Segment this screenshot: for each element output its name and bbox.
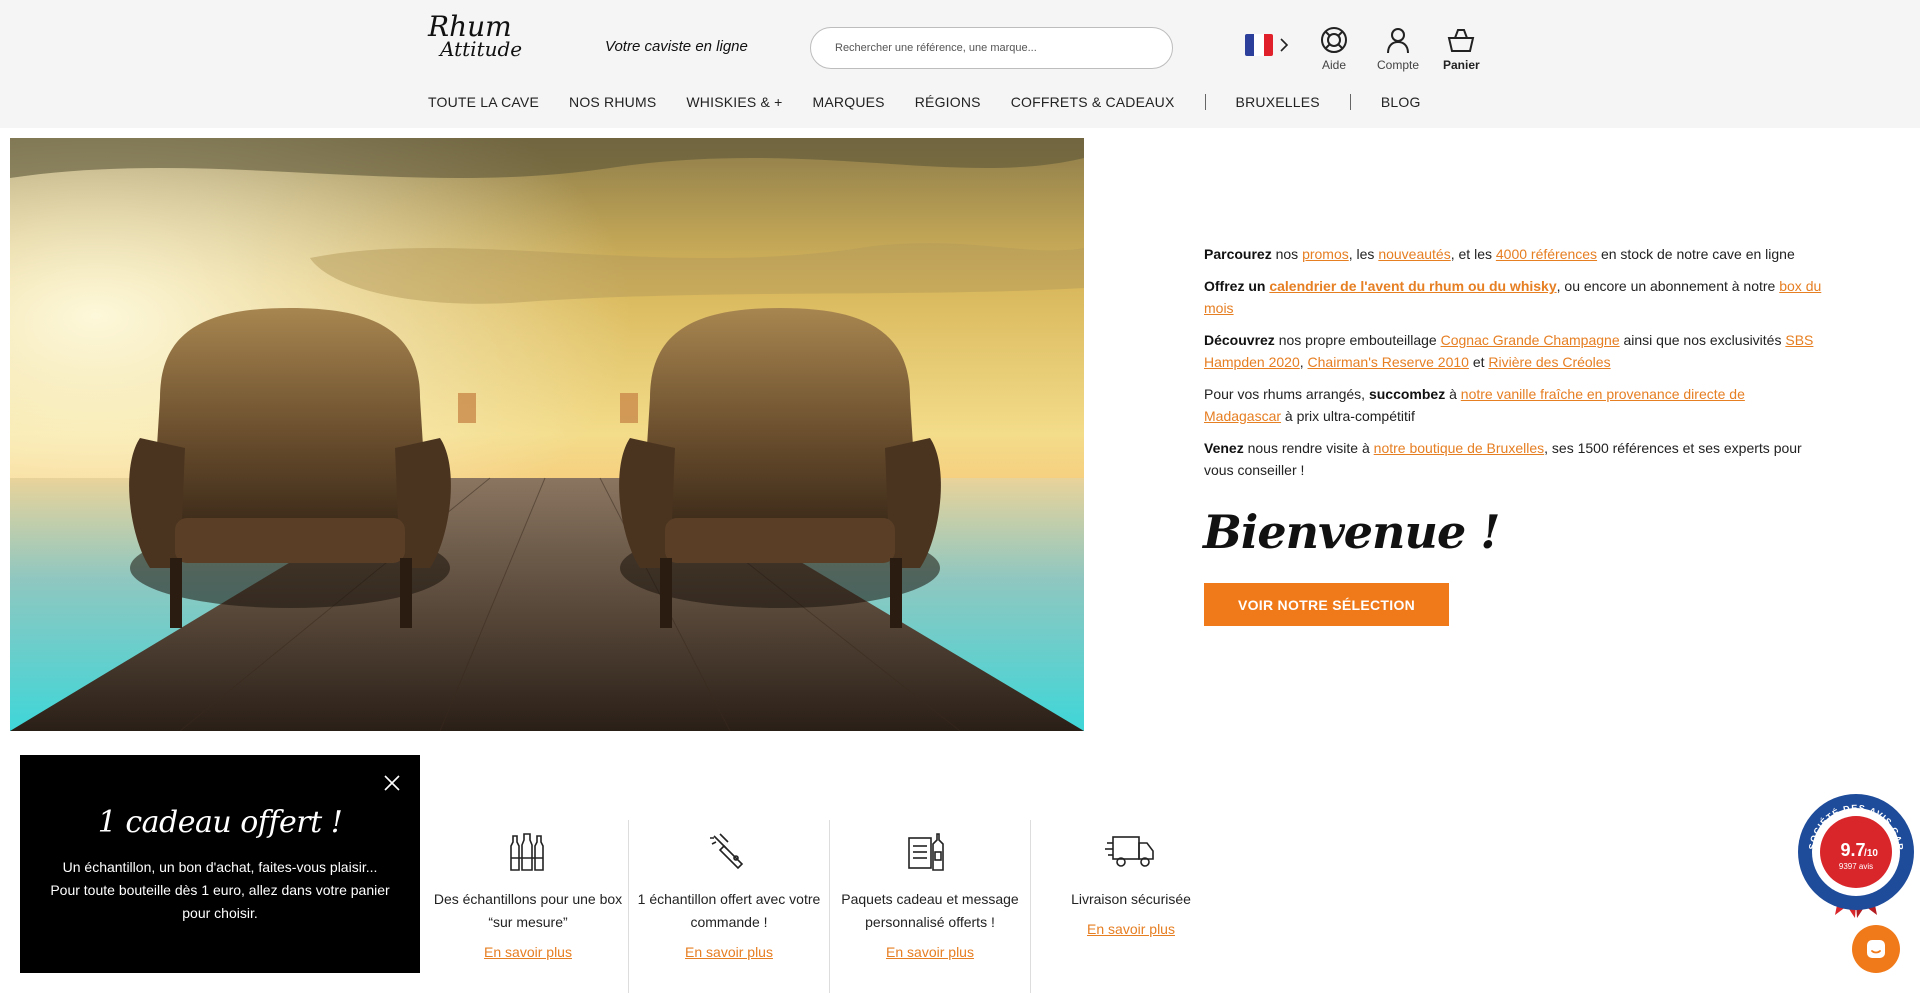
intro-text-span: nous rendre visite à — [1243, 440, 1374, 456]
language-selector[interactable] — [1245, 34, 1289, 56]
gift-package-icon — [830, 826, 1030, 876]
intro-paragraph: Découvrez nos propre embouteillage Cogna… — [1204, 329, 1824, 373]
advent-calendar-link[interactable]: calendrier de l'avent du rhum ou du whis… — [1269, 278, 1556, 294]
main-nav: TOUTE LA CAVE NOS RHUMS WHISKIES & + MAR… — [428, 94, 1451, 110]
nav-item-whiskies[interactable]: WHISKIES & + — [686, 94, 782, 110]
badge-score: 9.7 — [1840, 840, 1865, 860]
chat-icon — [1867, 940, 1885, 958]
gift-popup: 1 cadeau offert ! Un échantillon, un bon… — [20, 755, 420, 973]
en-savoir-plus-link[interactable]: En savoir plus — [484, 944, 572, 960]
chevron-right-icon — [1280, 38, 1289, 52]
cognac-link[interactable]: Cognac Grande Champagne — [1441, 332, 1620, 348]
account-label: Compte — [1377, 58, 1420, 72]
nav-item-coffrets-cadeaux[interactable]: COFFRETS & CADEAUX — [1011, 94, 1175, 110]
intro-emphasis: Découvrez — [1204, 332, 1275, 348]
intro-text-span: et — [1468, 354, 1489, 370]
logo-line1: Rhum — [428, 10, 512, 43]
feature-item: Paquets cadeau et message personnalisé o… — [830, 820, 1031, 993]
armchair-right-graphic — [619, 308, 941, 628]
delivery-truck-icon — [1031, 826, 1231, 876]
chat-button[interactable] — [1852, 925, 1900, 973]
intro-emphasis: Offrez un — [1204, 278, 1270, 294]
boutique-bruxelles-link[interactable]: notre boutique de Bruxelles — [1374, 440, 1544, 456]
avis-garantis-badge[interactable]: SOCIÉTÉ DES AVIS GARANTIS 9.7 /10 9397 a… — [1791, 782, 1917, 920]
intro-text-span: nos — [1271, 246, 1303, 262]
intro-text-span: en stock de notre cave en ligne — [1597, 246, 1795, 262]
intro-text-span: à — [1445, 386, 1461, 402]
intro-text-span: à prix ultra-compétitif — [1281, 408, 1415, 424]
feature-text: Livraison sécurisée — [1071, 891, 1191, 907]
nouveautes-link[interactable]: nouveautés — [1378, 246, 1450, 262]
intro-text-span: , et les — [1450, 246, 1496, 262]
help-label: Aide — [1321, 58, 1347, 72]
en-savoir-plus-link[interactable]: En savoir plus — [886, 944, 974, 960]
intro-text-span: Pour vos rhums arrangés, — [1204, 386, 1369, 402]
close-icon[interactable] — [382, 773, 402, 793]
intro-text: Parcourez nos promos, les nouveautés, et… — [1204, 243, 1824, 491]
feature-item: Des échantillons pour une box “sur mesur… — [428, 820, 629, 993]
bottles-icon — [428, 826, 628, 876]
nav-divider — [1204, 94, 1206, 110]
cart-label: Panier — [1443, 58, 1480, 72]
intro-emphasis: Parcourez — [1204, 246, 1272, 262]
intro-paragraph: Pour vos rhums arrangés, succombez à not… — [1204, 383, 1824, 427]
intro-text-span: , ou encore un abonnement à notre — [1556, 278, 1780, 294]
user-icon — [1387, 28, 1410, 54]
en-savoir-plus-link[interactable]: En savoir plus — [1087, 921, 1175, 937]
nav-item-bruxelles[interactable]: BRUXELLES — [1236, 94, 1320, 110]
references-link[interactable]: 4000 références — [1496, 246, 1597, 262]
logo-line2: Attitude — [440, 37, 523, 61]
search-input[interactable] — [835, 42, 1155, 54]
voir-selection-button[interactable]: VOIR NOTRE SÉLECTION — [1204, 583, 1449, 626]
feature-item: Livraison sécurisée En savoir plus — [1031, 820, 1231, 993]
tagline: Votre caviste en ligne — [605, 38, 748, 55]
en-savoir-plus-link[interactable]: En savoir plus — [685, 944, 773, 960]
nav-item-nos-rhums[interactable]: NOS RHUMS — [569, 94, 656, 110]
sample-icon — [629, 826, 829, 876]
account-button[interactable]: Compte — [1377, 26, 1419, 72]
intro-paragraph: Parcourez nos promos, les nouveautés, et… — [1204, 243, 1824, 265]
search-bar[interactable] — [810, 27, 1173, 69]
cart-button[interactable]: Panier — [1443, 26, 1480, 72]
site-header: Rhum Attitude Votre caviste en ligne Aid… — [0, 0, 1920, 128]
intro-emphasis: Venez — [1204, 440, 1244, 456]
feature-text: Des échantillons pour une box “sur mesur… — [433, 891, 623, 930]
logo[interactable]: Rhum Attitude — [428, 10, 523, 66]
popup-text: Un échantillon, un bon d'achat, faites-v… — [50, 859, 390, 921]
feature-item: 1 échantillon offert avec votre commande… — [629, 820, 830, 993]
lifebuoy-icon — [1321, 27, 1347, 53]
nav-divider — [1349, 94, 1351, 110]
chairmans-reserve-link[interactable]: Chairman's Reserve 2010 — [1308, 354, 1469, 370]
feature-text: Paquets cadeau et message personnalisé o… — [841, 891, 1019, 930]
badge-scale: /10 — [1864, 848, 1878, 859]
nav-item-regions[interactable]: RÉGIONS — [915, 94, 981, 110]
nav-item-marques[interactable]: MARQUES — [813, 94, 885, 110]
intro-paragraph: Offrez un calendrier de l'avent du rhum … — [1204, 275, 1824, 319]
intro-text-span: ainsi que nos exclusivités — [1619, 332, 1786, 348]
nav-item-blog[interactable]: BLOG — [1381, 94, 1421, 110]
popup-title: 1 cadeau offert ! — [97, 805, 343, 840]
riviere-des-creoles-link[interactable]: Rivière des Créoles — [1488, 354, 1610, 370]
intro-text-span: , — [1299, 354, 1308, 370]
basket-icon — [1448, 29, 1475, 52]
feature-text: 1 échantillon offert avec votre commande… — [637, 891, 821, 930]
features-row: Des échantillons pour une box “sur mesur… — [428, 820, 1228, 993]
intro-paragraph: Venez nous rendre visite à notre boutiqu… — [1204, 437, 1824, 481]
intro-text-span: nos propre embouteillage — [1274, 332, 1441, 348]
promos-link[interactable]: promos — [1302, 246, 1349, 262]
welcome-heading: Bienvenue ! — [1203, 505, 1500, 559]
badge-reviews: 9397 avis — [1839, 862, 1873, 871]
france-flag-icon — [1245, 34, 1273, 56]
help-button[interactable]: Aide — [1320, 26, 1348, 72]
intro-text-span: , les — [1348, 246, 1379, 262]
nav-item-toute-la-cave[interactable]: TOUTE LA CAVE — [428, 94, 539, 110]
hero-image-armchairs-on-pier[interactable] — [10, 138, 1084, 731]
intro-emphasis: succombez — [1368, 386, 1446, 402]
